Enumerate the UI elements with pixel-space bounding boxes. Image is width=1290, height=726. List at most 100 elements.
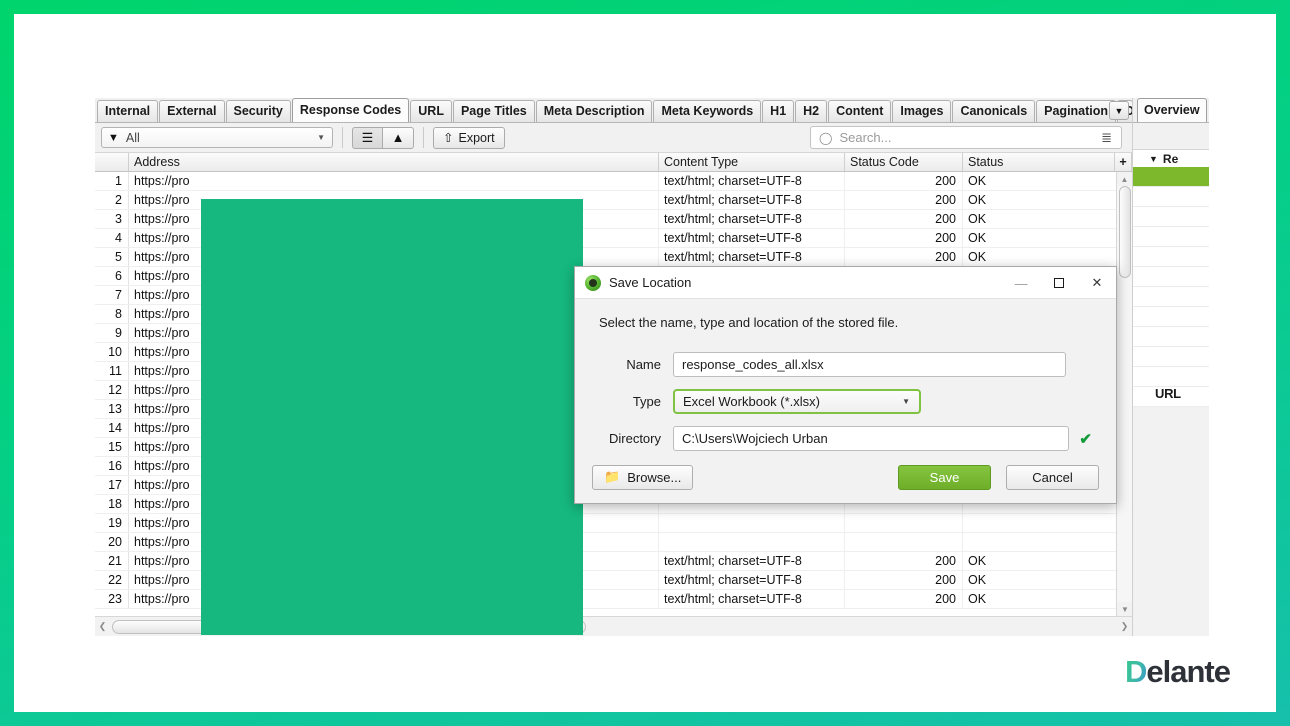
overview-row[interactable] xyxy=(1133,327,1209,347)
tab-url[interactable]: URL xyxy=(410,100,452,122)
cell-index: 9 xyxy=(95,324,129,342)
tab-meta-description[interactable]: Meta Description xyxy=(536,100,653,122)
name-field-row: Name response_codes_all.xlsx xyxy=(599,352,1092,377)
tab-h2[interactable]: H2 xyxy=(795,100,827,122)
check-icon: ✔ xyxy=(1079,430,1092,448)
overview-row[interactable] xyxy=(1133,347,1209,367)
chevron-up-icon[interactable]: ▲ xyxy=(1117,172,1132,186)
scrollbar-thumb[interactable] xyxy=(1119,186,1131,278)
green-gradient-frame: Internal External Security Response Code… xyxy=(0,0,1290,726)
tab-pagination[interactable]: Pagination xyxy=(1036,100,1116,122)
name-input[interactable]: response_codes_all.xlsx xyxy=(673,352,1066,377)
tab-strip: Internal External Security Response Code… xyxy=(95,98,1132,123)
sliders-icon[interactable]: ≣ xyxy=(1101,130,1112,146)
tab-label: External xyxy=(167,104,216,118)
overview-row[interactable] xyxy=(1133,367,1209,387)
export-upload-icon: ⇧ xyxy=(443,130,453,145)
column-header-index[interactable] xyxy=(95,153,129,171)
tab-label: Canonicals xyxy=(960,104,1027,118)
export-button[interactable]: ⇧ Export xyxy=(433,127,505,149)
filter-dropdown[interactable]: ▼ All ▼ xyxy=(101,127,333,148)
table-row[interactable]: 1https://protext/html; charset=UTF-8200O… xyxy=(95,172,1132,191)
cell-index: 11 xyxy=(95,362,129,380)
tab-meta-keywords[interactable]: Meta Keywords xyxy=(653,100,761,122)
chevron-down-icon[interactable]: ▼ xyxy=(1109,101,1129,120)
cell-content-type: text/html; charset=UTF-8 xyxy=(659,229,845,247)
cell-index: 6 xyxy=(95,267,129,285)
cell-index: 14 xyxy=(95,419,129,437)
cell-content-type: text/html; charset=UTF-8 xyxy=(659,191,845,209)
close-icon[interactable]: ✕ xyxy=(1078,267,1116,299)
browse-button[interactable]: 📁 Browse... xyxy=(592,465,693,490)
search-input[interactable]: ◯ Search... ≣ xyxy=(810,126,1122,149)
overview-row[interactable] xyxy=(1133,167,1209,187)
cell-status: OK xyxy=(963,229,1115,247)
column-header-content-type[interactable]: Content Type xyxy=(659,153,845,171)
export-label: Export xyxy=(458,131,494,145)
column-header-address[interactable]: Address xyxy=(129,153,659,171)
name-label: Name xyxy=(599,357,661,372)
overview-toolbar xyxy=(1133,123,1209,150)
tree-view-icon[interactable]: ▲ xyxy=(383,127,414,149)
tab-images[interactable]: Images xyxy=(892,100,951,122)
cell-status-code xyxy=(845,514,963,532)
dialog-title: Save Location xyxy=(609,275,691,290)
cell-index: 8 xyxy=(95,305,129,323)
cell-status: OK xyxy=(963,571,1115,589)
window-controls: — ✕ xyxy=(1002,267,1116,299)
chevron-left-icon[interactable]: ❮ xyxy=(95,621,110,632)
minimize-icon[interactable]: — xyxy=(1002,267,1040,299)
tab-internal[interactable]: Internal xyxy=(97,100,158,122)
dialog-footer: 📁 Browse... Save Cancel xyxy=(575,451,1116,503)
directory-input-value: C:\Users\Wojciech Urban xyxy=(682,431,828,446)
cancel-button[interactable]: Cancel xyxy=(1006,465,1099,490)
grid-vertical-scrollbar[interactable]: ▲ ▼ xyxy=(1116,172,1132,616)
chevron-down-icon: ▼ xyxy=(902,397,910,406)
list-view-icon[interactable]: ☰ xyxy=(352,127,383,149)
filter-toolbar: ▼ All ▼ ☰ ▲ ⇧ Export ◯ Search... ≣ xyxy=(95,123,1132,153)
overview-row[interactable] xyxy=(1133,307,1209,327)
redaction-mask xyxy=(201,199,583,635)
screaming-frog-icon xyxy=(585,275,601,291)
cell-status: OK xyxy=(963,248,1115,266)
tab-h1[interactable]: H1 xyxy=(762,100,794,122)
tab-external[interactable]: External xyxy=(159,100,224,122)
caret-down-icon[interactable]: ▼ xyxy=(1149,154,1158,164)
dialog-description: Select the name, type and location of th… xyxy=(599,315,1092,330)
cell-index: 7 xyxy=(95,286,129,304)
directory-input[interactable]: C:\Users\Wojciech Urban xyxy=(673,426,1069,451)
chevron-down-icon[interactable]: ▼ xyxy=(1117,602,1133,616)
cell-index: 5 xyxy=(95,248,129,266)
tab-overview[interactable]: Overview xyxy=(1137,98,1207,122)
chevron-right-icon[interactable]: ❯ xyxy=(1117,621,1132,632)
cell-index: 2 xyxy=(95,191,129,209)
tab-label: Internal xyxy=(105,104,150,118)
overview-row[interactable] xyxy=(1133,187,1209,207)
tab-security[interactable]: Security xyxy=(226,100,291,122)
column-header-status[interactable]: Status xyxy=(963,153,1115,171)
cell-index: 10 xyxy=(95,343,129,361)
add-column-button[interactable]: + xyxy=(1115,153,1132,171)
tab-label: Security xyxy=(234,104,283,118)
overview-row-list[interactable] xyxy=(1133,167,1209,407)
tab-canonicals[interactable]: Canonicals xyxy=(952,100,1035,122)
overview-tree-root[interactable]: ▼ Re xyxy=(1133,150,1209,167)
overview-row[interactable] xyxy=(1133,287,1209,307)
cell-index: 16 xyxy=(95,457,129,475)
tab-response-codes[interactable]: Response Codes xyxy=(292,98,409,122)
type-select[interactable]: Excel Workbook (*.xlsx) ▼ xyxy=(673,389,921,414)
overview-row[interactable] xyxy=(1133,267,1209,287)
tab-label: Page Titles xyxy=(461,104,527,118)
save-button[interactable]: Save xyxy=(898,465,991,490)
save-location-dialog: Save Location — ✕ Select the name, type … xyxy=(574,266,1117,504)
maximize-icon[interactable] xyxy=(1040,267,1078,299)
cell-status-code: 200 xyxy=(845,229,963,247)
column-header-status-code[interactable]: Status Code xyxy=(845,153,963,171)
overview-row[interactable] xyxy=(1133,227,1209,247)
cell-index: 12 xyxy=(95,381,129,399)
overview-row[interactable] xyxy=(1133,207,1209,227)
dialog-title-bar[interactable]: Save Location — ✕ xyxy=(575,267,1116,299)
tab-page-titles[interactable]: Page Titles xyxy=(453,100,535,122)
overview-row[interactable] xyxy=(1133,247,1209,267)
tab-content[interactable]: Content xyxy=(828,100,891,122)
